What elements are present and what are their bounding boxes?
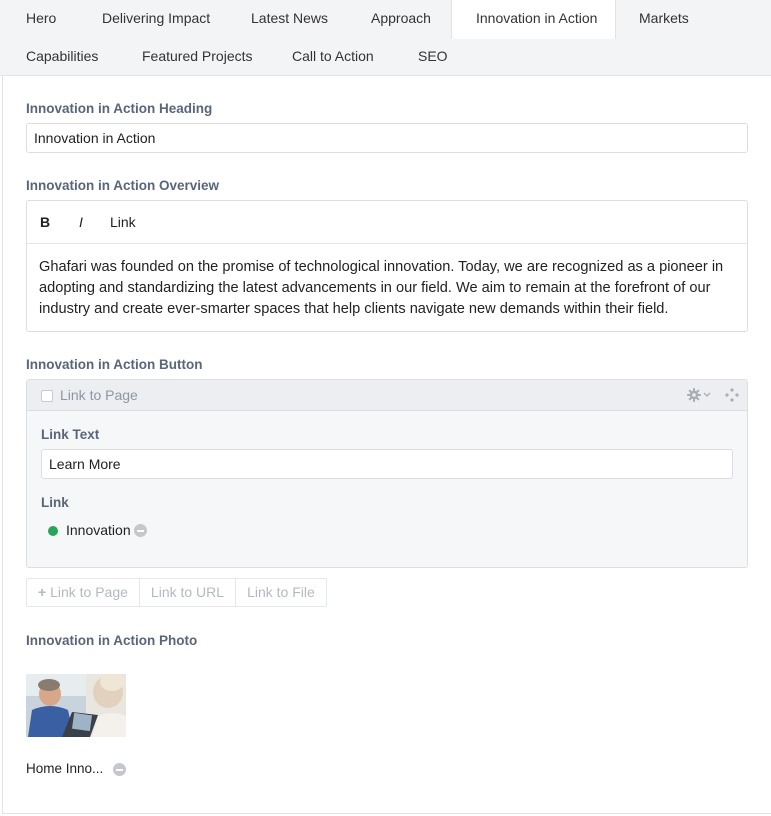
bold-button[interactable]: B xyxy=(40,214,50,230)
add-link-buttons: + Link to Page Link to URL Link to File xyxy=(26,578,327,607)
tab-call-to-action[interactable]: Call to Action xyxy=(292,38,374,76)
link-block-header: Link to Page xyxy=(27,380,747,411)
add-link-to-page-button[interactable]: + Link to Page xyxy=(27,579,140,606)
button-field-label: Innovation in Action Button xyxy=(26,357,203,372)
published-status-dot xyxy=(48,526,58,536)
tab-seo[interactable]: SEO xyxy=(418,38,448,76)
block-select-checkbox[interactable] xyxy=(41,390,53,402)
tab-approach[interactable]: Approach xyxy=(371,0,431,38)
add-link-to-page-label: Link to Page xyxy=(50,584,128,600)
tab-featured-projects[interactable]: Featured Projects xyxy=(142,38,253,76)
heading-field-label: Innovation in Action Heading xyxy=(26,101,213,116)
remove-photo-icon[interactable] xyxy=(113,763,126,776)
link-text-input[interactable]: Learn More xyxy=(41,449,733,479)
tab-capabilities[interactable]: Capabilities xyxy=(26,38,98,76)
add-link-to-url-button[interactable]: Link to URL xyxy=(140,579,237,606)
move-handle-icon[interactable] xyxy=(724,387,740,403)
linked-page-name[interactable]: Innovation xyxy=(66,522,131,538)
plus-icon: + xyxy=(38,584,51,600)
remove-link-icon[interactable] xyxy=(134,524,147,537)
link-text-label: Link Text xyxy=(41,427,100,442)
link-block: Link to Page Link Text Learn More Link I… xyxy=(26,379,748,568)
editor-content[interactable]: Ghafari was founded on the promise of te… xyxy=(39,257,739,320)
tab-markets[interactable]: Markets xyxy=(639,0,689,38)
link-label: Link xyxy=(41,495,69,510)
tab-latest-news[interactable]: Latest News xyxy=(251,0,328,38)
gear-icon[interactable] xyxy=(686,386,714,404)
heading-input[interactable]: Innovation in Action xyxy=(26,123,748,153)
photo-thumbnail[interactable] xyxy=(26,674,126,737)
tab-innovation-in-action[interactable]: Innovation in Action xyxy=(451,0,616,39)
italic-button[interactable]: I xyxy=(79,214,83,230)
block-title: Link to Page xyxy=(60,387,138,403)
tab-hero[interactable]: Hero xyxy=(26,0,56,38)
overview-field-label: Innovation in Action Overview xyxy=(26,178,220,193)
tab-delivering-impact[interactable]: Delivering Impact xyxy=(102,0,210,38)
editor-toolbar: B I Link xyxy=(27,201,747,244)
tab-bar: Hero Delivering Impact Latest News Appro… xyxy=(0,0,771,76)
add-link-to-file-button[interactable]: Link to File xyxy=(236,579,326,606)
rich-text-editor: B I Link Ghafari was founded on the prom… xyxy=(26,200,748,332)
photo-filename: Home Inno... xyxy=(26,761,104,776)
photo-field-label: Innovation in Action Photo xyxy=(26,633,198,648)
link-button[interactable]: Link xyxy=(110,214,136,230)
